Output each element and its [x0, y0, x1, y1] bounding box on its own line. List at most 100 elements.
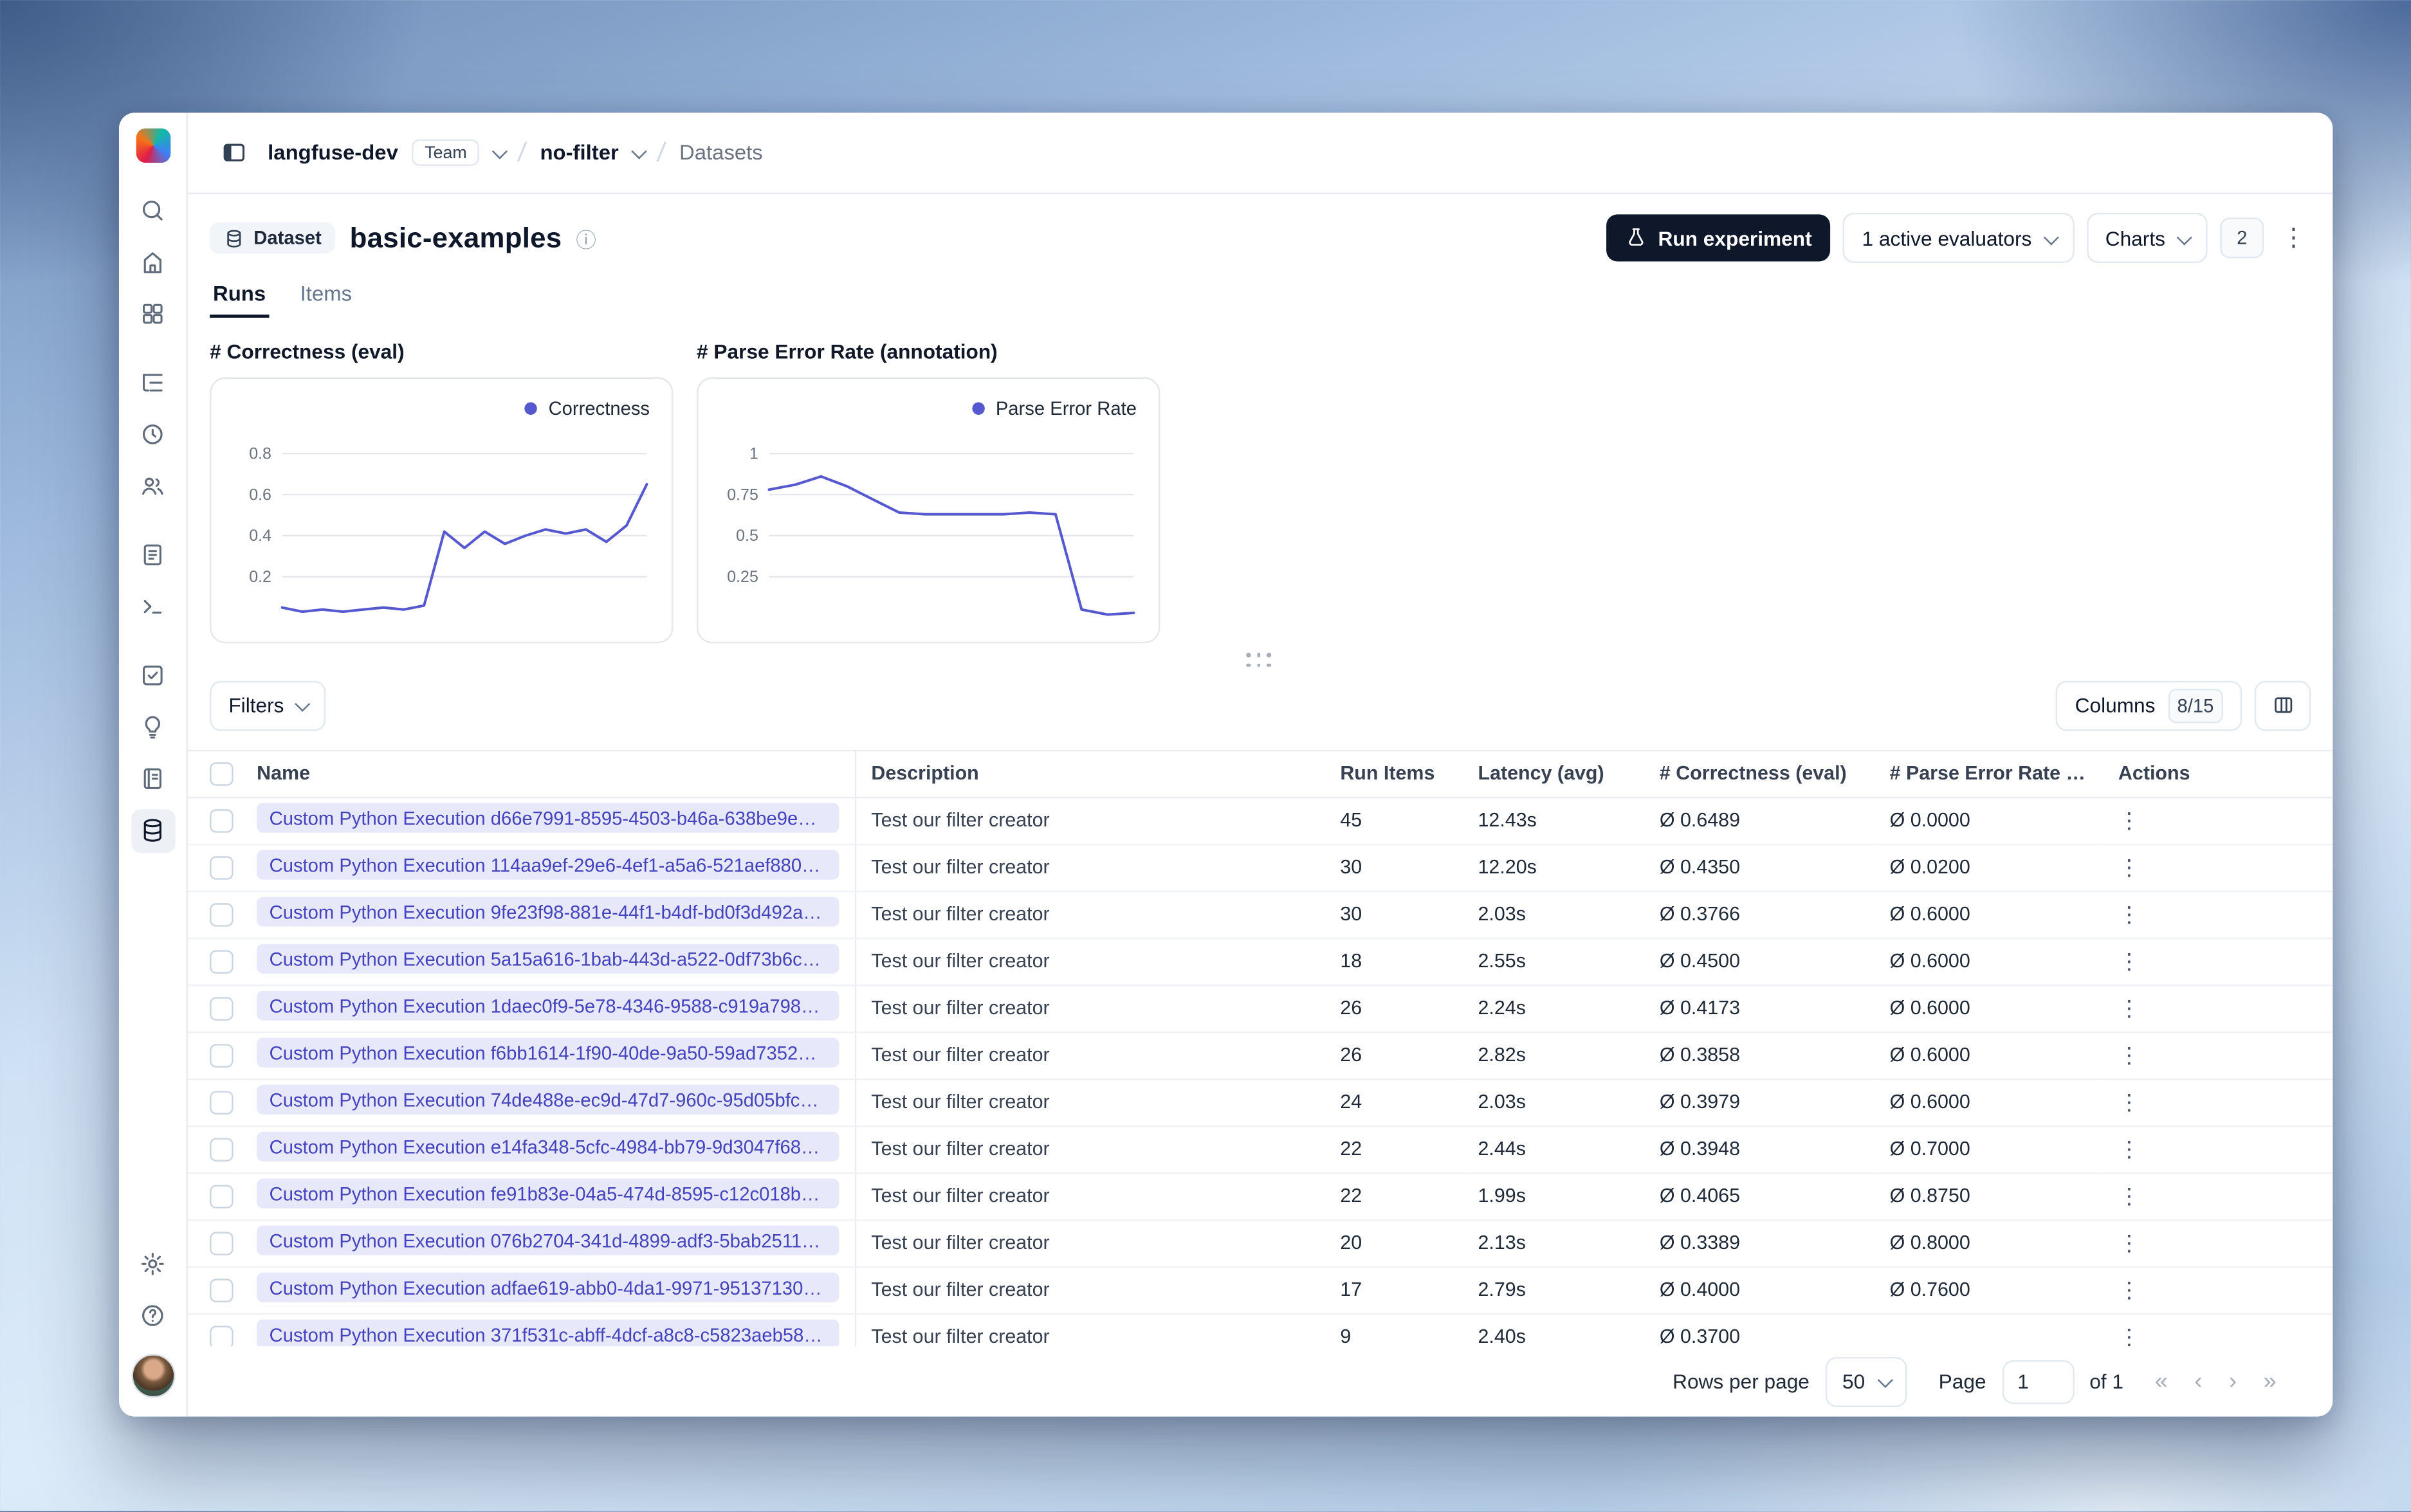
table-row[interactable]: Custom Python Execution 5a15a616-1bab-44…: [188, 937, 2333, 986]
row-checkbox[interactable]: [210, 1278, 234, 1302]
home-icon[interactable]: [131, 241, 174, 284]
table-row[interactable]: Custom Python Execution e14fa348-5cfc-49…: [188, 1125, 2333, 1174]
table-row[interactable]: Custom Python Execution f6bb1614-1f90-40…: [188, 1031, 2333, 1080]
users-icon[interactable]: [131, 464, 174, 508]
chart-legend: Parse Error Rate: [714, 394, 1143, 423]
row-checkbox[interactable]: [210, 902, 234, 926]
col-header-correctness[interactable]: # Correctness (eval): [1644, 749, 1875, 798]
run-parse-error-value: Ø 0.8000: [1874, 1219, 2103, 1268]
org-chevron-down-icon[interactable]: [492, 143, 508, 159]
table-row[interactable]: Custom Python Execution fe91b83e-04a5-47…: [188, 1172, 2333, 1221]
search-icon[interactable]: [131, 188, 174, 232]
project-chevron-down-icon[interactable]: [631, 143, 647, 159]
run-name-link[interactable]: Custom Python Execution 076b2704-341d-48…: [257, 1225, 839, 1255]
rows-per-page-select[interactable]: 50: [1825, 1356, 1907, 1407]
col-header-name[interactable]: Name: [241, 749, 856, 798]
lightbulb-icon[interactable]: [131, 705, 174, 749]
run-name-link[interactable]: Custom Python Execution 371f531c-abff-4d…: [257, 1319, 839, 1347]
last-page-icon[interactable]: »: [2263, 1368, 2276, 1394]
prev-page-icon[interactable]: ‹: [2194, 1368, 2202, 1394]
row-checkbox[interactable]: [210, 1325, 234, 1347]
row-checkbox[interactable]: [210, 808, 234, 832]
tab-items[interactable]: Items: [297, 275, 355, 318]
col-header-description[interactable]: Description: [854, 749, 1325, 798]
col-header-run-items[interactable]: Run Items: [1324, 749, 1463, 798]
select-all-checkbox[interactable]: [210, 761, 234, 785]
org-name[interactable]: langfuse-dev: [268, 141, 398, 165]
run-name-link[interactable]: Custom Python Execution 9fe23f98-881e-44…: [257, 897, 839, 927]
settings-gear-icon[interactable]: [131, 1242, 174, 1286]
run-name-link[interactable]: Custom Python Execution adfae619-abb0-4d…: [257, 1272, 839, 1302]
row-actions-menu-icon[interactable]: ⋮: [2118, 1277, 2140, 1302]
run-experiment-button[interactable]: Run experiment: [1606, 214, 1831, 262]
table-row[interactable]: Custom Python Execution 114aa9ef-29e6-4e…: [188, 843, 2333, 892]
row-actions-menu-icon[interactable]: ⋮: [2118, 1042, 2140, 1067]
row-checkbox[interactable]: [210, 1090, 234, 1114]
datasets-icon[interactable]: [131, 808, 175, 853]
row-actions-menu-icon[interactable]: ⋮: [2118, 995, 2140, 1020]
row-actions-menu-icon[interactable]: ⋮: [2118, 901, 2140, 926]
table-row[interactable]: Custom Python Execution adfae619-abb0-4d…: [188, 1266, 2333, 1315]
filters-button[interactable]: Filters: [210, 680, 327, 731]
annotation-notebook-icon[interactable]: [131, 757, 174, 801]
more-actions-menu[interactable]: ⋮: [2277, 223, 2311, 254]
row-checkbox[interactable]: [210, 1231, 234, 1255]
info-icon[interactable]: ⓘ: [576, 223, 596, 253]
tracing-icon[interactable]: [131, 361, 174, 405]
table-row[interactable]: Custom Python Execution 74de488e-ec9d-47…: [188, 1078, 2333, 1127]
evaluation-checklist-icon[interactable]: [131, 653, 174, 697]
row-actions-menu-icon[interactable]: ⋮: [2118, 948, 2140, 973]
row-actions-menu-icon[interactable]: ⋮: [2118, 1136, 2140, 1161]
runs-table-body: Custom Python Execution d66e7991-8595-45…: [188, 796, 2333, 1347]
row-checkbox[interactable]: [210, 1184, 234, 1208]
row-checkbox[interactable]: [210, 996, 234, 1020]
row-checkbox[interactable]: [210, 1137, 234, 1161]
row-checkbox[interactable]: [210, 855, 234, 879]
row-checkbox[interactable]: [210, 949, 234, 973]
run-name-link[interactable]: Custom Python Execution f6bb1614-1f90-40…: [257, 1037, 839, 1068]
langfuse-logo[interactable]: [135, 128, 170, 163]
project-name[interactable]: no-filter: [540, 141, 618, 165]
first-page-icon[interactable]: «: [2155, 1368, 2168, 1394]
table-view-options-icon[interactable]: [2254, 680, 2311, 731]
charts-dropdown[interactable]: Charts: [2086, 212, 2208, 263]
row-actions-menu-icon[interactable]: ⋮: [2118, 1324, 2140, 1346]
table-row[interactable]: Custom Python Execution 9fe23f98-881e-44…: [188, 890, 2333, 939]
run-items-value: 26: [1324, 984, 1463, 1033]
run-name-link[interactable]: Custom Python Execution e14fa348-5cfc-49…: [257, 1131, 839, 1161]
sidebar-toggle-icon[interactable]: [213, 132, 253, 173]
breadcrumb-section[interactable]: Datasets: [679, 141, 763, 165]
run-items-value: 22: [1324, 1172, 1463, 1221]
run-name-link[interactable]: Custom Python Execution 74de488e-ec9d-47…: [257, 1084, 839, 1115]
columns-button[interactable]: Columns 8/15: [2056, 680, 2242, 731]
run-name-link[interactable]: Custom Python Execution 114aa9ef-29e6-4e…: [257, 850, 839, 880]
row-checkbox[interactable]: [210, 1043, 234, 1067]
row-actions-menu-icon[interactable]: ⋮: [2118, 1230, 2140, 1255]
run-name-link[interactable]: Custom Python Execution 1daec0f9-5e78-43…: [257, 990, 839, 1021]
row-actions-menu-icon[interactable]: ⋮: [2118, 1089, 2140, 1114]
row-actions-menu-icon[interactable]: ⋮: [2118, 854, 2140, 879]
user-avatar[interactable]: [131, 1354, 175, 1398]
col-header-latency[interactable]: Latency (avg): [1462, 749, 1644, 798]
dashboard-icon[interactable]: [131, 292, 174, 336]
table-row[interactable]: Custom Python Execution 076b2704-341d-48…: [188, 1219, 2333, 1268]
col-header-parse-error[interactable]: # Parse Error Rate (an...: [1874, 749, 2103, 798]
tab-runs[interactable]: Runs: [210, 275, 269, 318]
run-name-link[interactable]: Custom Python Execution fe91b83e-04a5-47…: [257, 1178, 839, 1208]
evaluators-dropdown[interactable]: 1 active evaluators: [1843, 212, 2075, 263]
page-number-input[interactable]: 1: [2001, 1359, 2074, 1403]
run-name-link[interactable]: Custom Python Execution d66e7991-8595-45…: [257, 803, 839, 833]
row-actions-menu-icon[interactable]: ⋮: [2118, 1183, 2140, 1208]
table-row[interactable]: Custom Python Execution 1daec0f9-5e78-43…: [188, 984, 2333, 1033]
help-icon[interactable]: [131, 1294, 174, 1338]
row-actions-menu-icon[interactable]: ⋮: [2118, 807, 2140, 832]
section-resize-handle[interactable]: [1246, 652, 1274, 671]
table-row[interactable]: Custom Python Execution 371f531c-abff-4d…: [188, 1313, 2333, 1347]
playground-terminal-icon[interactable]: [131, 585, 174, 628]
run-description: Test our filter creator: [854, 1313, 1325, 1347]
sessions-clock-icon[interactable]: [131, 412, 174, 456]
next-page-icon[interactable]: ›: [2229, 1368, 2237, 1394]
table-row[interactable]: Custom Python Execution d66e7991-8595-45…: [188, 796, 2333, 845]
prompts-icon[interactable]: [131, 533, 174, 577]
run-name-link[interactable]: Custom Python Execution 5a15a616-1bab-44…: [257, 943, 839, 974]
